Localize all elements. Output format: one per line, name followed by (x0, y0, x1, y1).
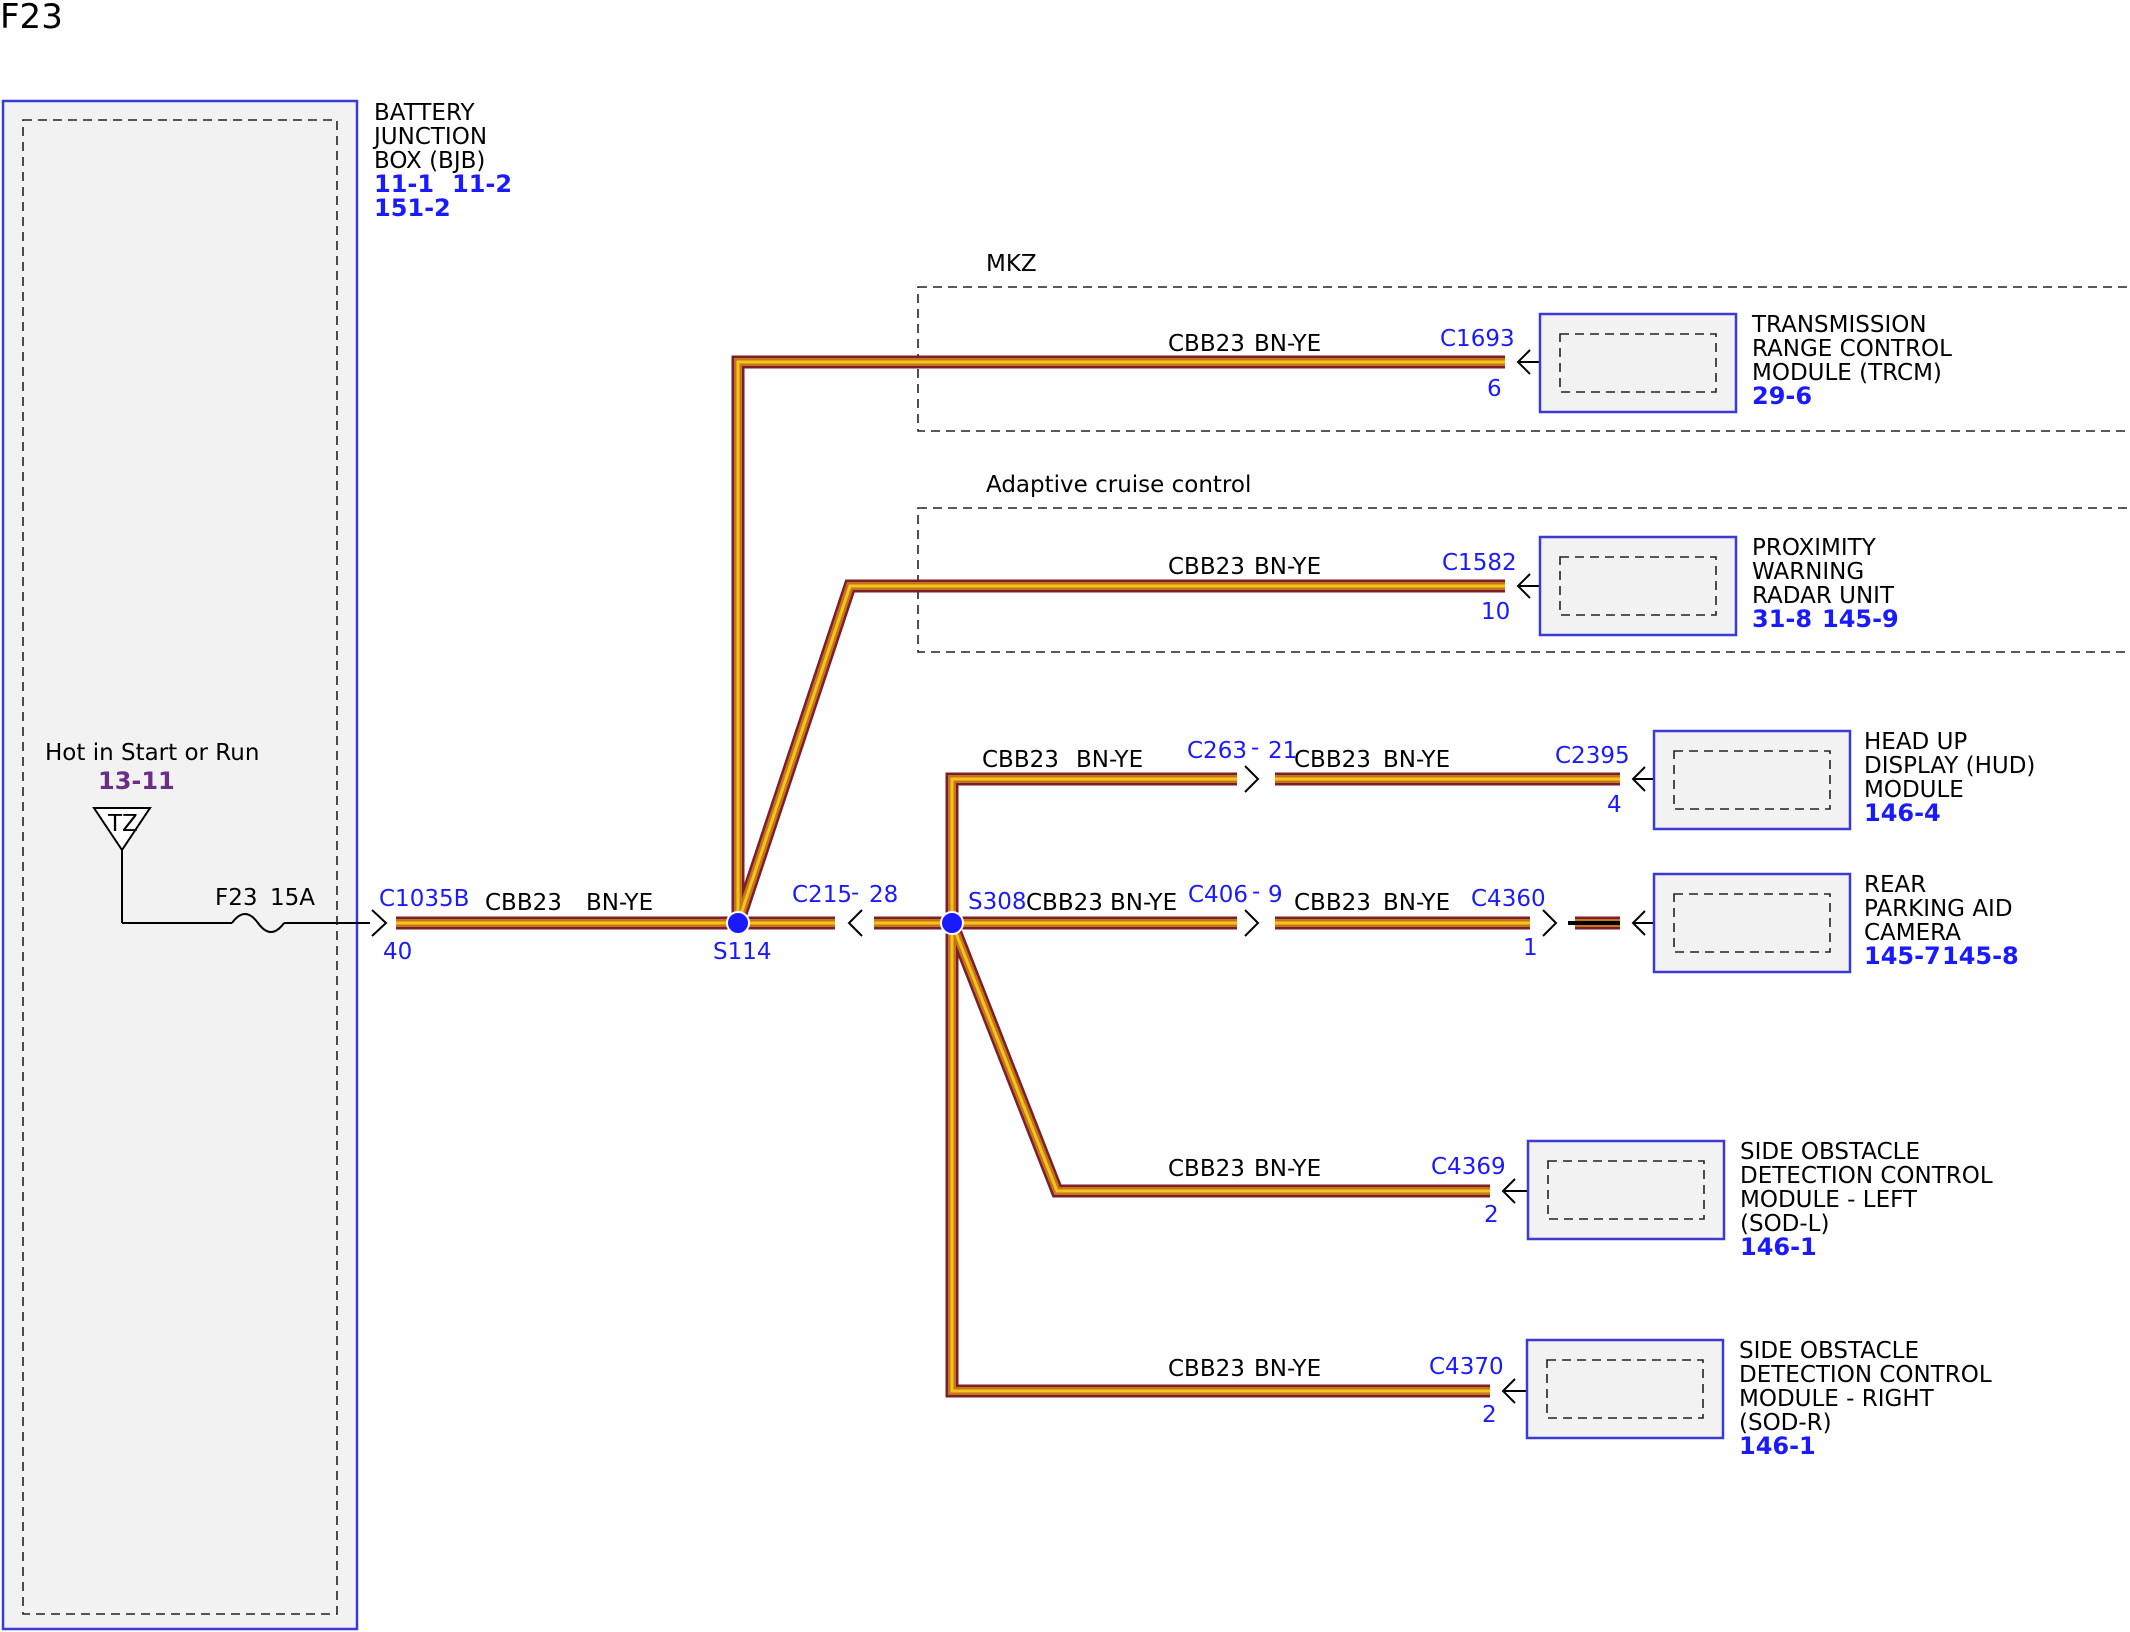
sodl-ref-link[interactable]: 146-1 (1740, 1233, 1817, 1261)
wire-circuit-label: CBB23 (1294, 890, 1371, 916)
hud-ref-link[interactable]: 146-4 (1864, 799, 1941, 827)
camera-label-line-1: REAR (1864, 872, 1926, 898)
hud-label-line-2: DISPLAY (HUD) (1864, 753, 2035, 779)
wire-color-label: BN-YE (1254, 1356, 1321, 1382)
connector-c1693-pin: 6 (1487, 376, 1502, 402)
camera-module-box[interactable] (1652, 872, 1852, 974)
connector-c263-dash: - (1251, 735, 1259, 761)
acc-region-label: Adaptive cruise control (986, 472, 1251, 498)
splice-s308[interactable] (940, 911, 964, 935)
connector-c4369[interactable]: C4369 (1431, 1154, 1506, 1180)
splice-s114[interactable] (726, 911, 750, 935)
connector-c1035b[interactable]: C1035B (379, 886, 469, 912)
connector-c406[interactable]: C406 (1188, 882, 1248, 908)
fuse-name: F23 (215, 885, 258, 911)
page-title: F23 (0, 0, 63, 37)
connector-c215[interactable]: C215 (792, 882, 852, 908)
connector-c215-dash: - (851, 880, 859, 906)
wire-circuit-label: CBB23 (1168, 554, 1245, 580)
bjb-label-line-2: JUNCTION (372, 124, 487, 150)
sodl-label-line-1: SIDE OBSTACLE (1740, 1139, 1920, 1165)
trcm-module-box[interactable] (1538, 312, 1738, 414)
connector-c406-dash: - (1252, 879, 1260, 905)
sodl-module-box[interactable] (1526, 1139, 1726, 1241)
connector-c1693[interactable]: C1693 (1440, 326, 1515, 352)
wire-color-label: BN-YE (1254, 331, 1321, 357)
bjb-box[interactable] (1, 99, 359, 1631)
c406-arrow-icon (1244, 909, 1260, 937)
connector-c1582[interactable]: C1582 (1442, 550, 1517, 576)
radar-module-box[interactable] (1538, 535, 1738, 637)
wire-labels: CBB23 BN-YE CBB23 BN-YE CBB23 BN-YE CBB2… (485, 331, 1450, 1382)
connector-c263[interactable]: C263 (1187, 738, 1247, 764)
wire-circuit-label: CBB23 (1168, 1156, 1245, 1182)
wire-circuit-label: CBB23 (485, 890, 562, 916)
sodl-label-line-2: DETECTION CONTROL (1740, 1163, 1993, 1189)
connector-c4370[interactable]: C4370 (1429, 1354, 1504, 1380)
supply-label: Hot in Start or Run (45, 740, 259, 766)
splice-s308-label: S308 (968, 889, 1027, 915)
splice-s114-label: S114 (713, 939, 772, 965)
c215-arrow-icon (847, 909, 863, 937)
connector-c263-pin: 21 (1268, 738, 1297, 764)
bjb-ref-link[interactable]: 151-2 (374, 194, 451, 222)
wire-circuit-label: CBB23 (1294, 747, 1371, 773)
connector-c1582-pin: 10 (1481, 599, 1510, 625)
radar-ref-link[interactable]: 31-8 (1752, 605, 1812, 633)
c1035b-arrow-icon (371, 909, 388, 937)
hud-module-box[interactable] (1652, 729, 1852, 831)
connector-c4360-pin: 1 (1523, 935, 1538, 961)
sodr-label-line-3: MODULE - RIGHT (1739, 1386, 1935, 1412)
wire-circuit-label: CBB23 (1168, 1356, 1245, 1382)
bjb-ref-link[interactable]: 11-2 (452, 170, 512, 198)
fuse-rating: 15A (270, 885, 315, 911)
wire-circuit-label: CBB23 (1168, 331, 1245, 357)
supply-ref-link[interactable]: 13-11 (98, 767, 175, 795)
hud-label-line-1: HEAD UP (1864, 729, 1967, 755)
radar-label-line-2: WARNING (1752, 559, 1864, 585)
mkz-region-label: MKZ (986, 251, 1037, 277)
trcm-ref-link[interactable]: 29-6 (1752, 382, 1812, 410)
trcm-label-line-2: RANGE CONTROL (1752, 336, 1952, 362)
camera-label-line-2: PARKING AID (1864, 896, 2013, 922)
wire-color-label: BN-YE (1254, 1156, 1321, 1182)
camera-ref-link[interactable]: 145-8 (1942, 942, 2019, 970)
sodr-label-line-1: SIDE OBSTACLE (1739, 1338, 1919, 1364)
connector-c4370-pin: 2 (1482, 1402, 1497, 1428)
wire-circuit-label: CBB23 (982, 747, 1059, 773)
c4360-arrow-icon (1542, 909, 1558, 937)
connector-c2395[interactable]: C2395 (1555, 743, 1630, 769)
connector-c2395-pin: 4 (1607, 792, 1622, 818)
wire-color-label: BN-YE (586, 890, 653, 916)
sodr-module-box[interactable] (1525, 1338, 1725, 1440)
sodr-label-line-2: DETECTION CONTROL (1739, 1362, 1992, 1388)
wire-color-label: BN-YE (1254, 554, 1321, 580)
wire-color-label: BN-YE (1076, 747, 1143, 773)
trcm-label-line-1: TRANSMISSION (1751, 312, 1927, 338)
c263-arrow-icon (1244, 765, 1260, 793)
bjb-label-line-1: BATTERY (374, 100, 475, 126)
connector-c406-pin: 9 (1268, 882, 1283, 908)
connector-c1035b-pin: 40 (383, 939, 412, 965)
camera-ref-link[interactable]: 145-7 (1864, 942, 1941, 970)
connector-c4369-pin: 2 (1484, 1202, 1499, 1228)
wire-circuit-label: CBB23 (1026, 890, 1103, 916)
wiring-diagram: F23 BATTERY JUNCTION BOX (BJB) 11-1 11-2… (0, 0, 2130, 1631)
tz-symbol-label: TZ (107, 811, 138, 837)
wire-color-label: BN-YE (1383, 747, 1450, 773)
sodr-ref-link[interactable]: 146-1 (1739, 1432, 1816, 1460)
harness-wires (396, 355, 1620, 1398)
sodl-label-line-3: MODULE - LEFT (1740, 1187, 1918, 1213)
module-arrow-icons (1501, 349, 1675, 1404)
connector-c215-pin: 28 (869, 882, 898, 908)
radar-label-line-1: PROXIMITY (1752, 535, 1877, 561)
connector-c4360[interactable]: C4360 (1471, 886, 1546, 912)
wire-color-label: BN-YE (1383, 890, 1450, 916)
wire-color-label: BN-YE (1110, 890, 1177, 916)
radar-ref-link[interactable]: 145-9 (1822, 605, 1899, 633)
